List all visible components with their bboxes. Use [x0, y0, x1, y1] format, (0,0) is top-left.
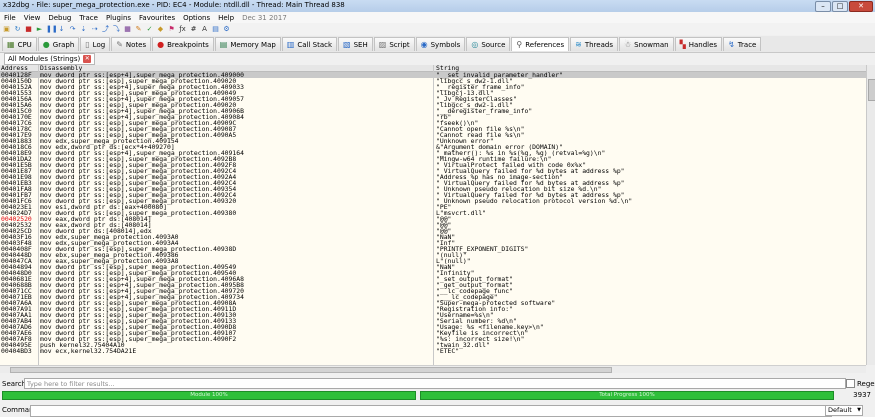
log-icon: ▯ [85, 40, 90, 49]
patch-icon[interactable]: ✎ [134, 25, 143, 34]
bookmark-icon[interactable]: ⚑ [167, 25, 176, 34]
menu-favourites[interactable]: Favourites [135, 14, 179, 22]
table-row[interactable]: 00404BD3 mov ecx,kernel32.754DA21E "ETEC" [0, 348, 866, 354]
font-icon[interactable]: A [200, 25, 209, 34]
snowman-icon: ☃ [623, 40, 632, 49]
tab-notes[interactable]: ✎ Notes [111, 37, 152, 51]
trace-into-icon[interactable]: ⇣ [79, 25, 88, 34]
references-table: Address Disassembly String 0040128F mov d… [0, 65, 866, 365]
menu-file[interactable]: File [0, 14, 20, 22]
menu-help[interactable]: Help [214, 14, 238, 22]
run-icon[interactable]: ► [35, 25, 44, 34]
seh-icon: ▧ [343, 40, 351, 49]
menu-view[interactable]: View [20, 14, 45, 22]
search-input[interactable] [24, 378, 846, 389]
window-title: x32dbg - File: super_mega_protection.exe… [3, 1, 345, 9]
menu-options[interactable]: Options [179, 14, 214, 22]
callstack-icon: ▥ [286, 40, 295, 49]
tab-seh[interactable]: ▧ SEH [338, 37, 373, 51]
menu-plugins[interactable]: Plugins [102, 14, 135, 22]
cpu-icon: ▦ [7, 40, 15, 49]
graph-icon: ● [42, 40, 50, 49]
search-bar: Search: Regex [0, 378, 875, 389]
source-icon: ◎ [471, 40, 479, 49]
chevron-down-icon: ▼ [857, 407, 861, 413]
window-controls: – □ ✕ [815, 1, 873, 12]
command-input[interactable] [30, 405, 832, 417]
trace-over-icon[interactable]: ⇢ [90, 25, 99, 34]
references-icon: ⚲ [516, 40, 523, 49]
module-progress-bar: Module 100% [2, 391, 416, 400]
cell-string: "ETEC" [436, 347, 460, 355]
build-date: Dec 31 2017 [242, 13, 287, 22]
menu-trace[interactable]: Trace [75, 14, 102, 22]
tab-cpu[interactable]: ▦ CPU [2, 37, 37, 51]
tab-source[interactable]: ◎ Source [466, 37, 511, 51]
close-tab-icon[interactable]: ✕ [83, 55, 92, 63]
tab-all-modules-strings[interactable]: All Modules (Strings) ✕ [4, 53, 96, 65]
tab-snowman[interactable]: ☃ Snowman [618, 37, 674, 51]
close-debug-icon[interactable]: ■ [24, 25, 33, 34]
menu-debug[interactable]: Debug [44, 14, 75, 22]
execute-till-return-icon[interactable]: ⤴ [101, 25, 110, 34]
step-into-icon[interactable]: ↓ [57, 25, 66, 34]
symbols-icon: ◉ [420, 40, 428, 49]
breakpoint-icon: ● [157, 40, 165, 49]
references-subtabs: All Modules (Strings) ✕ [0, 53, 875, 65]
command-mode-select[interactable]: Default ▼ [825, 405, 863, 416]
main-tabs: ▦ CPU ● Graph ▯ Log ✎ Notes ● Breakpoints ▤ Me… [0, 36, 875, 53]
notes-icon: ✎ [116, 40, 123, 49]
horizontal-scrollbar[interactable] [0, 365, 866, 373]
scylla-icon[interactable]: ▦ [123, 25, 132, 34]
run-to-user-code-icon[interactable]: ⤵ [112, 25, 121, 34]
function-icon[interactable]: ƒx [178, 25, 187, 34]
calculator-icon[interactable]: ▤ [211, 25, 220, 34]
trace-icon: ↯ [728, 40, 735, 49]
pause-icon[interactable]: ❚❚ [46, 25, 58, 34]
threads-icon: ≋ [575, 40, 582, 49]
tab-handles[interactable]: ▚ Handles [674, 37, 723, 51]
result-count: 3937 [853, 391, 871, 399]
script-icon: ▨ [378, 40, 387, 49]
progress-area: Module 100% Total Progress 100% 3937 [0, 390, 875, 401]
hash-icon[interactable]: # [189, 25, 198, 34]
tab-symbols[interactable]: ◉ Symbols [415, 37, 466, 51]
tab-threads[interactable]: ≋ Threads [570, 37, 618, 51]
settings-icon[interactable]: ⚙ [222, 25, 231, 34]
command-bar: Command: Default ▼ [0, 403, 875, 417]
maximize-button[interactable]: □ [832, 1, 848, 12]
label-icon[interactable]: ◆ [156, 25, 165, 34]
comment-icon[interactable]: ✓ [145, 25, 154, 34]
tab-trace[interactable]: ↯ Trace [723, 37, 762, 51]
open-icon[interactable]: ▣ [2, 25, 11, 34]
restart-icon[interactable]: ↻ [13, 25, 22, 34]
tab-references[interactable]: ⚲ References [511, 37, 570, 51]
regex-label: Regex [857, 379, 875, 388]
step-over-icon[interactable]: ↷ [68, 25, 77, 34]
close-button[interactable]: ✕ [849, 1, 873, 12]
total-progress-bar: Total Progress 100% [420, 391, 834, 400]
tab-script[interactable]: ▨ Script [373, 37, 415, 51]
scroll-thumb[interactable] [868, 79, 875, 101]
tab-breakpoints[interactable]: ● Breakpoints [152, 37, 214, 51]
toolbar: ▣ ↻ ■ ► ❚❚ ↓ ↷ ⇣ ⇢ ⤴ ⤵ ▦ ✎ ✓ ◆ ⚑ ƒx # A … [0, 23, 875, 35]
menu-bar: File View Debug Trace Plugins Favourites… [0, 12, 875, 23]
minimize-button[interactable]: – [815, 1, 831, 12]
vertical-scrollbar[interactable] [866, 65, 875, 365]
tab-log[interactable]: ▯ Log [80, 37, 111, 51]
regex-option[interactable]: Regex [846, 379, 875, 388]
table-body: 0040128F mov dword ptr ss:[esp+4],super_m… [0, 72, 866, 354]
tab-memory-map[interactable]: ▤ Memory Map [214, 37, 281, 51]
memory-icon: ▤ [219, 40, 228, 49]
handles-icon: ▚ [679, 40, 686, 49]
scroll-thumb[interactable] [10, 367, 612, 373]
cell-address: 00404BD3 [1, 347, 32, 355]
tab-graph[interactable]: ● Graph [37, 37, 80, 51]
tab-call-stack[interactable]: ▥ Call Stack [281, 37, 338, 51]
regex-checkbox[interactable] [846, 379, 855, 388]
cell-disassembly: mov ecx,kernel32.754DA21E [40, 347, 137, 355]
